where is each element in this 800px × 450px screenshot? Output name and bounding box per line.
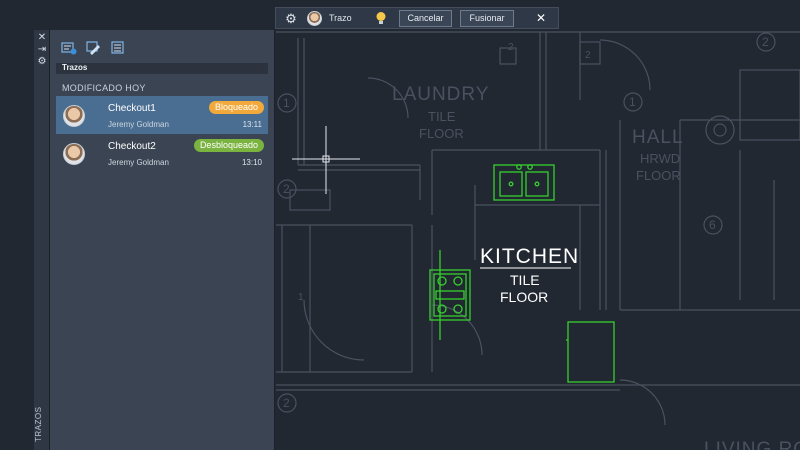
section-heading: MODIFICADO HOY [62,83,146,93]
avatar [63,143,85,165]
palette-title: Trazos [62,63,88,72]
palette-strip: ✕ ⇥ ⚙ TRAZOS [34,30,50,450]
svg-text:2: 2 [585,50,591,61]
status-badge: Bloqueado [208,101,264,114]
trace-time: 13:11 [242,120,262,129]
svg-text:1: 1 [283,96,290,110]
trace-item-checkout2[interactable]: Checkout2 Desbloqueado Jeremy Goldman 13… [56,134,268,172]
svg-text:HALL: HALL [632,127,684,148]
svg-text:FLOOR: FLOOR [636,168,681,183]
svg-text:1: 1 [629,95,636,109]
svg-text:FLOOR: FLOOR [419,126,464,141]
trace-edit-icon[interactable] [85,41,101,55]
trace-name: Checkout2 [108,141,156,152]
svg-text:LAUNDRY: LAUNDRY [392,84,489,105]
svg-text:TILE: TILE [428,109,456,124]
palette-strip-label: TRAZOS [34,406,43,442]
svg-text:LIVING RO: LIVING RO [704,439,800,450]
svg-text:KITCHEN: KITCHEN [480,245,579,268]
trace-item-checkout1[interactable]: Checkout1 Bloqueado Jeremy Goldman 13:11 [56,96,268,134]
avatar [307,11,322,26]
status-badge: Desbloqueado [193,139,264,152]
close-icon[interactable]: ✕ [34,32,50,44]
trace-list-icon[interactable] [110,41,126,55]
close-icon[interactable]: ✕ [534,11,548,25]
svg-text:2: 2 [283,182,290,196]
trace-user: Jeremy Goldman [108,120,169,129]
svg-text:2: 2 [283,396,290,410]
cancel-button[interactable]: Cancelar [399,10,452,27]
svg-text:2: 2 [508,42,514,53]
pin-icon[interactable]: ⇥ [34,44,50,56]
traces-palette [50,30,275,450]
trace-user: Jeremy Goldman [108,158,169,167]
trace-toolbar: ⚙ Trazo Cancelar Fusionar ✕ [275,7,559,29]
new-trace-icon[interactable] [61,41,77,55]
palette-toolbar [50,30,275,62]
settings-icon[interactable]: ⚙ [34,56,50,68]
svg-text:HRWD: HRWD [640,151,680,166]
trace-label: Trazo [329,13,352,23]
palette-title-bar: Trazos [56,63,268,74]
trace-name: Checkout1 [108,103,156,114]
avatar [63,105,85,127]
svg-text:1: 1 [298,292,304,303]
svg-text:6: 6 [709,218,716,232]
lightbulb-icon[interactable] [375,11,387,26]
svg-text:TILE: TILE [510,272,540,288]
app-window: 1 2 2 6 2 1 2 2 1 LAUNDRY TILE FLOOR HAL… [0,0,800,450]
gear-icon[interactable]: ⚙ [284,12,298,26]
merge-button[interactable]: Fusionar [460,10,514,27]
svg-text:FLOOR: FLOOR [500,289,548,305]
svg-text:2: 2 [762,35,769,49]
trace-time: 13:10 [241,158,262,167]
crosshair-cursor [292,126,360,194]
